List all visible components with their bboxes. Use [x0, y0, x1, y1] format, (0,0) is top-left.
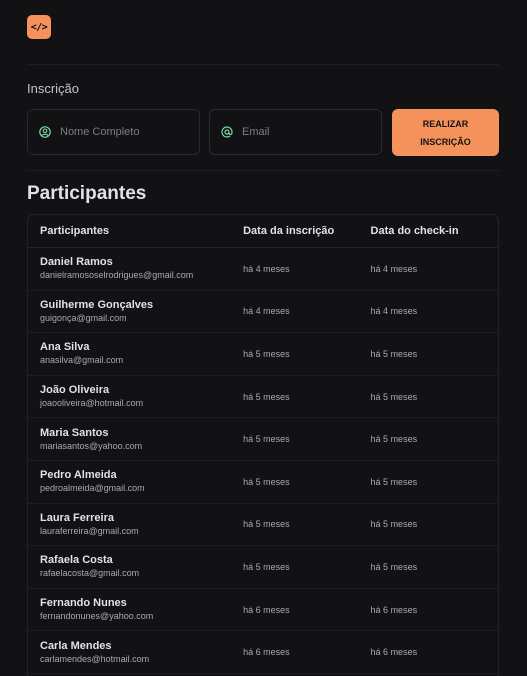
checkin-date: há 5 meses	[370, 391, 418, 402]
registration-date: há 4 meses	[243, 263, 290, 274]
table-row: Fernando Nunes fernandonunes@yahoo.com há …	[28, 589, 498, 632]
checkin-date: há 6 meses	[370, 647, 418, 658]
name-field[interactable]	[27, 109, 200, 155]
registration-date: há 6 meses	[243, 647, 290, 658]
participant-cell: Pedro Almeida pedroalmeida@gmail.com	[28, 469, 243, 494]
logo-code-icon: </>	[27, 15, 51, 39]
checkin-date: há 6 meses	[370, 604, 418, 615]
table-row: Ana Silva anasilva@gmail.com há 5 meses há …	[28, 333, 498, 376]
checkin-date: há 4 meses	[370, 263, 418, 274]
checkin-date: há 5 meses	[370, 434, 418, 445]
table-row: Pedro Almeida pedroalmeida@gmail.com há 5 …	[28, 461, 498, 504]
participant-name: Guilherme Gonçalves	[40, 298, 154, 311]
participants-title: Participantes	[27, 183, 147, 204]
checkin-date: há 5 meses	[370, 561, 418, 572]
participant-cell: Daniel Ramos danielramososelrodrigues@gma…	[28, 256, 243, 281]
checkin-date: há 5 meses	[370, 519, 418, 530]
participant-cell: Ana Silva anasilva@gmail.com	[28, 341, 243, 366]
form-divider	[27, 170, 499, 171]
user-icon	[38, 125, 52, 139]
participant-name: Rafaela Costa	[40, 554, 113, 567]
participant-cell: Fernando Nunes fernandonunes@yahoo.com	[28, 597, 243, 622]
participant-name: João Oliveira	[40, 384, 110, 397]
participant-name: Fernando Nunes	[40, 597, 127, 610]
participant-cell: Rafaela Costa rafaelacosta@gmail.com	[28, 554, 243, 579]
participants-table: Participantes Data da inscrição Data do …	[27, 214, 499, 676]
table-row: Guilherme Gonçalves guigonça@gmail.com há …	[28, 291, 498, 334]
participant-cell: Guilherme Gonçalves guigonça@gmail.com	[28, 299, 243, 324]
registration-date: há 5 meses	[243, 519, 290, 530]
checkin-date: há 5 meses	[370, 476, 418, 487]
participant-cell: Carla Mendes carlamendes@hotmail.com	[28, 640, 243, 665]
participant-email: carlamendes@hotmail.com	[40, 653, 150, 664]
table-row: João Oliveira joaooliveira@hotmail.com há …	[28, 376, 498, 419]
column-header-registration-date: Data da inscrição	[243, 225, 335, 237]
name-input[interactable]	[60, 126, 180, 138]
column-header-checkin-date: Data do check-in	[370, 225, 459, 237]
participant-name: Ana Silva	[40, 341, 90, 354]
participant-email: fernandonunes@yahoo.com	[40, 611, 154, 622]
participant-email: joaooliveira@hotmail.com	[40, 398, 144, 409]
form-section-label: Inscrição	[27, 81, 80, 96]
registration-date: há 5 meses	[243, 561, 290, 572]
participant-name: Maria Santos	[40, 426, 109, 439]
table-row: Carla Mendes carlamendes@hotmail.com há 6 …	[28, 631, 498, 674]
table-header: Participantes Data da inscrição Data do …	[28, 215, 498, 248]
participant-name: Daniel Ramos	[40, 256, 113, 269]
registration-date: há 5 meses	[243, 391, 290, 402]
email-input[interactable]	[242, 126, 362, 138]
table-row: Maria Santos mariasantos@yahoo.com há 5 me…	[28, 418, 498, 461]
participant-email: pedroalmeida@gmail.com	[40, 483, 145, 494]
submit-registration-button[interactable]: REALIZAR INSCRIÇÃO	[392, 109, 499, 156]
participant-cell: João Oliveira joaooliveira@hotmail.com	[28, 384, 243, 409]
at-sign-icon	[220, 125, 234, 139]
participant-email: danielramososelrodrigues@gmail.com	[40, 270, 194, 281]
table-row: Daniel Ramos danielramososelrodrigues@gma…	[28, 248, 498, 291]
table-row: Laura Ferreira lauraferreira@gmail.com há …	[28, 504, 498, 547]
participant-email: guigonça@gmail.com	[40, 312, 127, 323]
participant-name: Carla Mendes	[40, 639, 112, 652]
registration-date: há 6 meses	[243, 604, 290, 615]
participant-email: lauraferreira@gmail.com	[40, 525, 139, 536]
participant-name: Pedro Almeida	[40, 469, 117, 482]
checkin-date: há 4 meses	[370, 306, 418, 317]
table-body: Daniel Ramos danielramososelrodrigues@gma…	[28, 248, 498, 674]
participant-cell: Laura Ferreira lauraferreira@gmail.com	[28, 512, 243, 537]
registration-date: há 5 meses	[243, 348, 290, 359]
participant-name: Laura Ferreira	[40, 511, 114, 524]
column-header-participants: Participantes	[40, 225, 110, 237]
checkin-date: há 5 meses	[370, 348, 418, 359]
participant-email: rafaelacosta@gmail.com	[40, 568, 140, 579]
email-field[interactable]	[209, 109, 382, 155]
table-row: Rafaela Costa rafaelacosta@gmail.com há 5 …	[28, 546, 498, 589]
participant-cell: Maria Santos mariasantos@yahoo.com	[28, 427, 243, 452]
participant-email: anasilva@gmail.com	[40, 355, 124, 366]
participant-email: mariasantos@yahoo.com	[40, 440, 143, 451]
header-divider	[27, 64, 499, 65]
registration-date: há 5 meses	[243, 434, 290, 445]
logo-glyph: </>	[30, 21, 48, 33]
registration-date: há 4 meses	[243, 306, 290, 317]
registration-date: há 5 meses	[243, 476, 290, 487]
